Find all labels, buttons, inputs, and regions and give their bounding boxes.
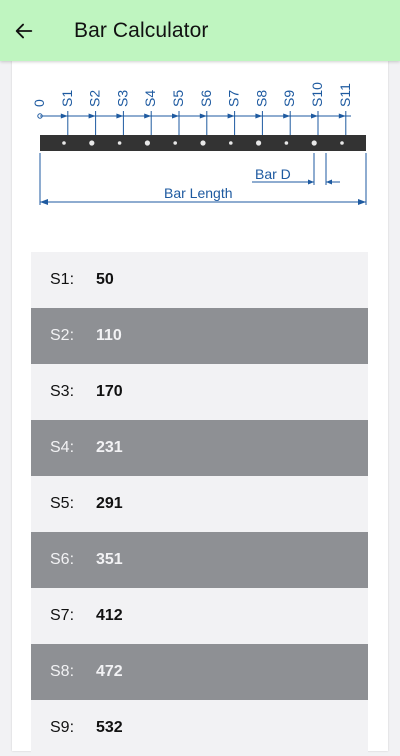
bar-length-label: Bar Length [164, 185, 233, 201]
results-list: S1: 50 S2: 110 S3: 170 S4: 231 S5: 291 S6: 351 S7: 41… [31, 252, 368, 756]
bar-hole [311, 140, 317, 146]
bar-hole [173, 141, 177, 145]
station-label: S8 [253, 90, 269, 107]
result-row: S5: 291 [31, 476, 368, 532]
result-row: S8: 472 [31, 644, 368, 700]
bar-hole [117, 141, 122, 145]
station-label: S7 [226, 90, 242, 107]
result-label: S4: [50, 439, 75, 456]
result-value: 472 [96, 663, 123, 680]
bar-diagram: 0 S1 S2 S3 S4 S5 S6 S7 S8 S9 S10 S11 Bar D Bar Leng… [12, 61, 388, 231]
result-row: S3: 170 [31, 364, 368, 420]
station-label: S1 [59, 90, 75, 107]
bar-hole [229, 141, 233, 145]
station-labels: 0 S1 S2 S3 S4 S5 S6 S7 S8 S9 S10 S11 [31, 82, 353, 107]
result-value: 351 [96, 551, 123, 568]
result-row: S7: 412 [31, 588, 368, 644]
result-label: S6: [50, 551, 75, 568]
station-label: S10 [309, 82, 325, 107]
back-button[interactable] [2, 9, 46, 53]
result-label: S5: [50, 495, 75, 512]
result-row: S2: 110 [31, 308, 368, 364]
result-label: S2: [50, 327, 75, 344]
result-label: S3: [50, 383, 75, 400]
bar-hole [284, 141, 289, 145]
station-label: S9 [281, 90, 297, 107]
bar-hole [340, 141, 344, 145]
result-value: 231 [96, 439, 123, 456]
result-label: S7: [50, 607, 75, 624]
result-row: S6: 351 [31, 532, 368, 588]
result-value: 291 [96, 495, 123, 512]
station-label: S5 [170, 90, 186, 107]
result-label: S9: [50, 719, 75, 736]
bar-hole [200, 140, 206, 146]
result-value: 50 [96, 271, 114, 288]
bar-hole [62, 141, 66, 145]
result-row: S1: 50 [31, 252, 368, 308]
bar-hole [144, 140, 150, 146]
station-label: S2 [87, 90, 103, 107]
result-value: 412 [96, 607, 123, 624]
result-label: S8: [50, 663, 75, 680]
result-row: S4: 231 [31, 420, 368, 476]
result-label: S1: [50, 271, 75, 288]
bar-hole [256, 140, 262, 146]
result-row: S9: 532 [31, 700, 368, 756]
page-title: Bar Calculator [74, 18, 209, 42]
bar-d-label: Bar D [255, 166, 291, 182]
bar-hole [89, 140, 95, 146]
result-value: 532 [96, 719, 123, 736]
app-bar: Bar Calculator [0, 0, 400, 61]
zero-label: 0 [31, 99, 47, 107]
station-label: S6 [198, 90, 214, 107]
result-value: 170 [96, 383, 123, 400]
arrow-left-icon [15, 23, 33, 38]
station-label: S4 [142, 90, 158, 107]
station-markers [37, 111, 351, 136]
station-label: S11 [337, 83, 353, 107]
station-label: S3 [114, 90, 130, 107]
result-value: 110 [96, 327, 122, 344]
